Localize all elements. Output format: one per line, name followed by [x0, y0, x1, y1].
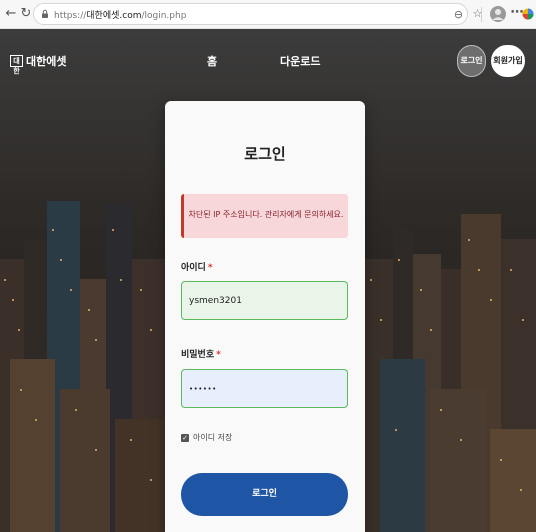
brand-logo[interactable]: 대한 대한에셋	[10, 53, 67, 75]
back-arrow-icon[interactable]: ←	[3, 6, 19, 22]
login-submit-button[interactable]: 로그인	[181, 473, 348, 516]
brand-mark: 대한	[10, 55, 23, 75]
extension-icon[interactable]	[522, 5, 534, 23]
nav-home-link[interactable]: 홈	[207, 53, 217, 69]
bookmark-star-icon[interactable]: ☆	[471, 7, 484, 20]
nav-download-link[interactable]: 다운로드	[280, 53, 320, 69]
required-mark: *	[207, 263, 213, 273]
login-card: 로그인 차단된 IP 주소입니다. 관리자에게 문의하세요. 아이디* 비밀번호…	[165, 101, 365, 532]
lock-icon	[42, 9, 48, 18]
refresh-icon[interactable]: ↻	[18, 6, 34, 22]
remember-id-label: 아이디 저장	[193, 433, 233, 442]
login-title: 로그인	[244, 145, 286, 163]
error-alert: 차단된 IP 주소입니다. 관리자에게 문의하세요.	[181, 194, 348, 238]
username-input[interactable]	[181, 281, 348, 320]
toolbar-divider	[481, 7, 482, 22]
browser-toolbar: ← ↻ https://대한에셋.com/login.php ⊖ ☆ ⋯	[0, 0, 536, 29]
url-text: https://대한에셋.com/login.php	[54, 11, 187, 21]
profile-avatar-icon[interactable]	[489, 5, 507, 23]
password-label: 비밀번호 *	[181, 350, 221, 360]
password-input[interactable]	[181, 369, 348, 408]
required-mark: *	[216, 350, 221, 360]
address-bar[interactable]: https://대한에셋.com/login.php ⊖	[33, 3, 468, 25]
error-alert-text: 차단된 IP 주소입니다. 관리자에게 문의하세요.	[188, 210, 344, 219]
brand-name: 대한에셋	[26, 55, 67, 68]
username-label: 아이디 *	[181, 263, 213, 273]
login-page: 대한 대한에셋 홈 다운로드 로그인 회원가입 로그인 차단된 IP 주소입니다…	[0, 29, 536, 532]
header-join-button[interactable]: 회원가입	[491, 45, 525, 77]
zoom-icon[interactable]: ⊖	[452, 8, 465, 21]
checkbox-checked-icon[interactable]: ✓	[181, 433, 189, 442]
remember-id-checkbox[interactable]: ✓ 아이디 저장	[181, 432, 232, 443]
header-login-button[interactable]: 로그인	[457, 45, 486, 77]
